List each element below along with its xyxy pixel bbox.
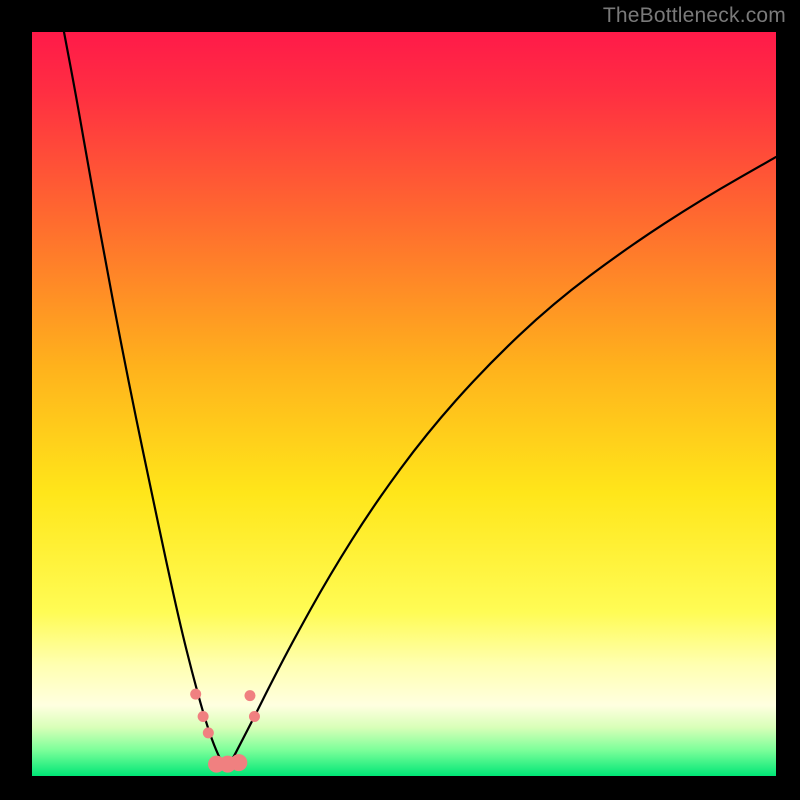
plot-background bbox=[32, 32, 776, 776]
marker-point bbox=[203, 727, 214, 738]
marker-point bbox=[190, 689, 201, 700]
marker-point bbox=[244, 690, 255, 701]
marker-point bbox=[249, 711, 260, 722]
marker-point bbox=[230, 754, 247, 771]
marker-point bbox=[198, 711, 209, 722]
watermark-text: TheBottleneck.com bbox=[603, 4, 786, 28]
chart-frame: TheBottleneck.com bbox=[0, 0, 800, 800]
bottleneck-chart bbox=[0, 0, 800, 800]
